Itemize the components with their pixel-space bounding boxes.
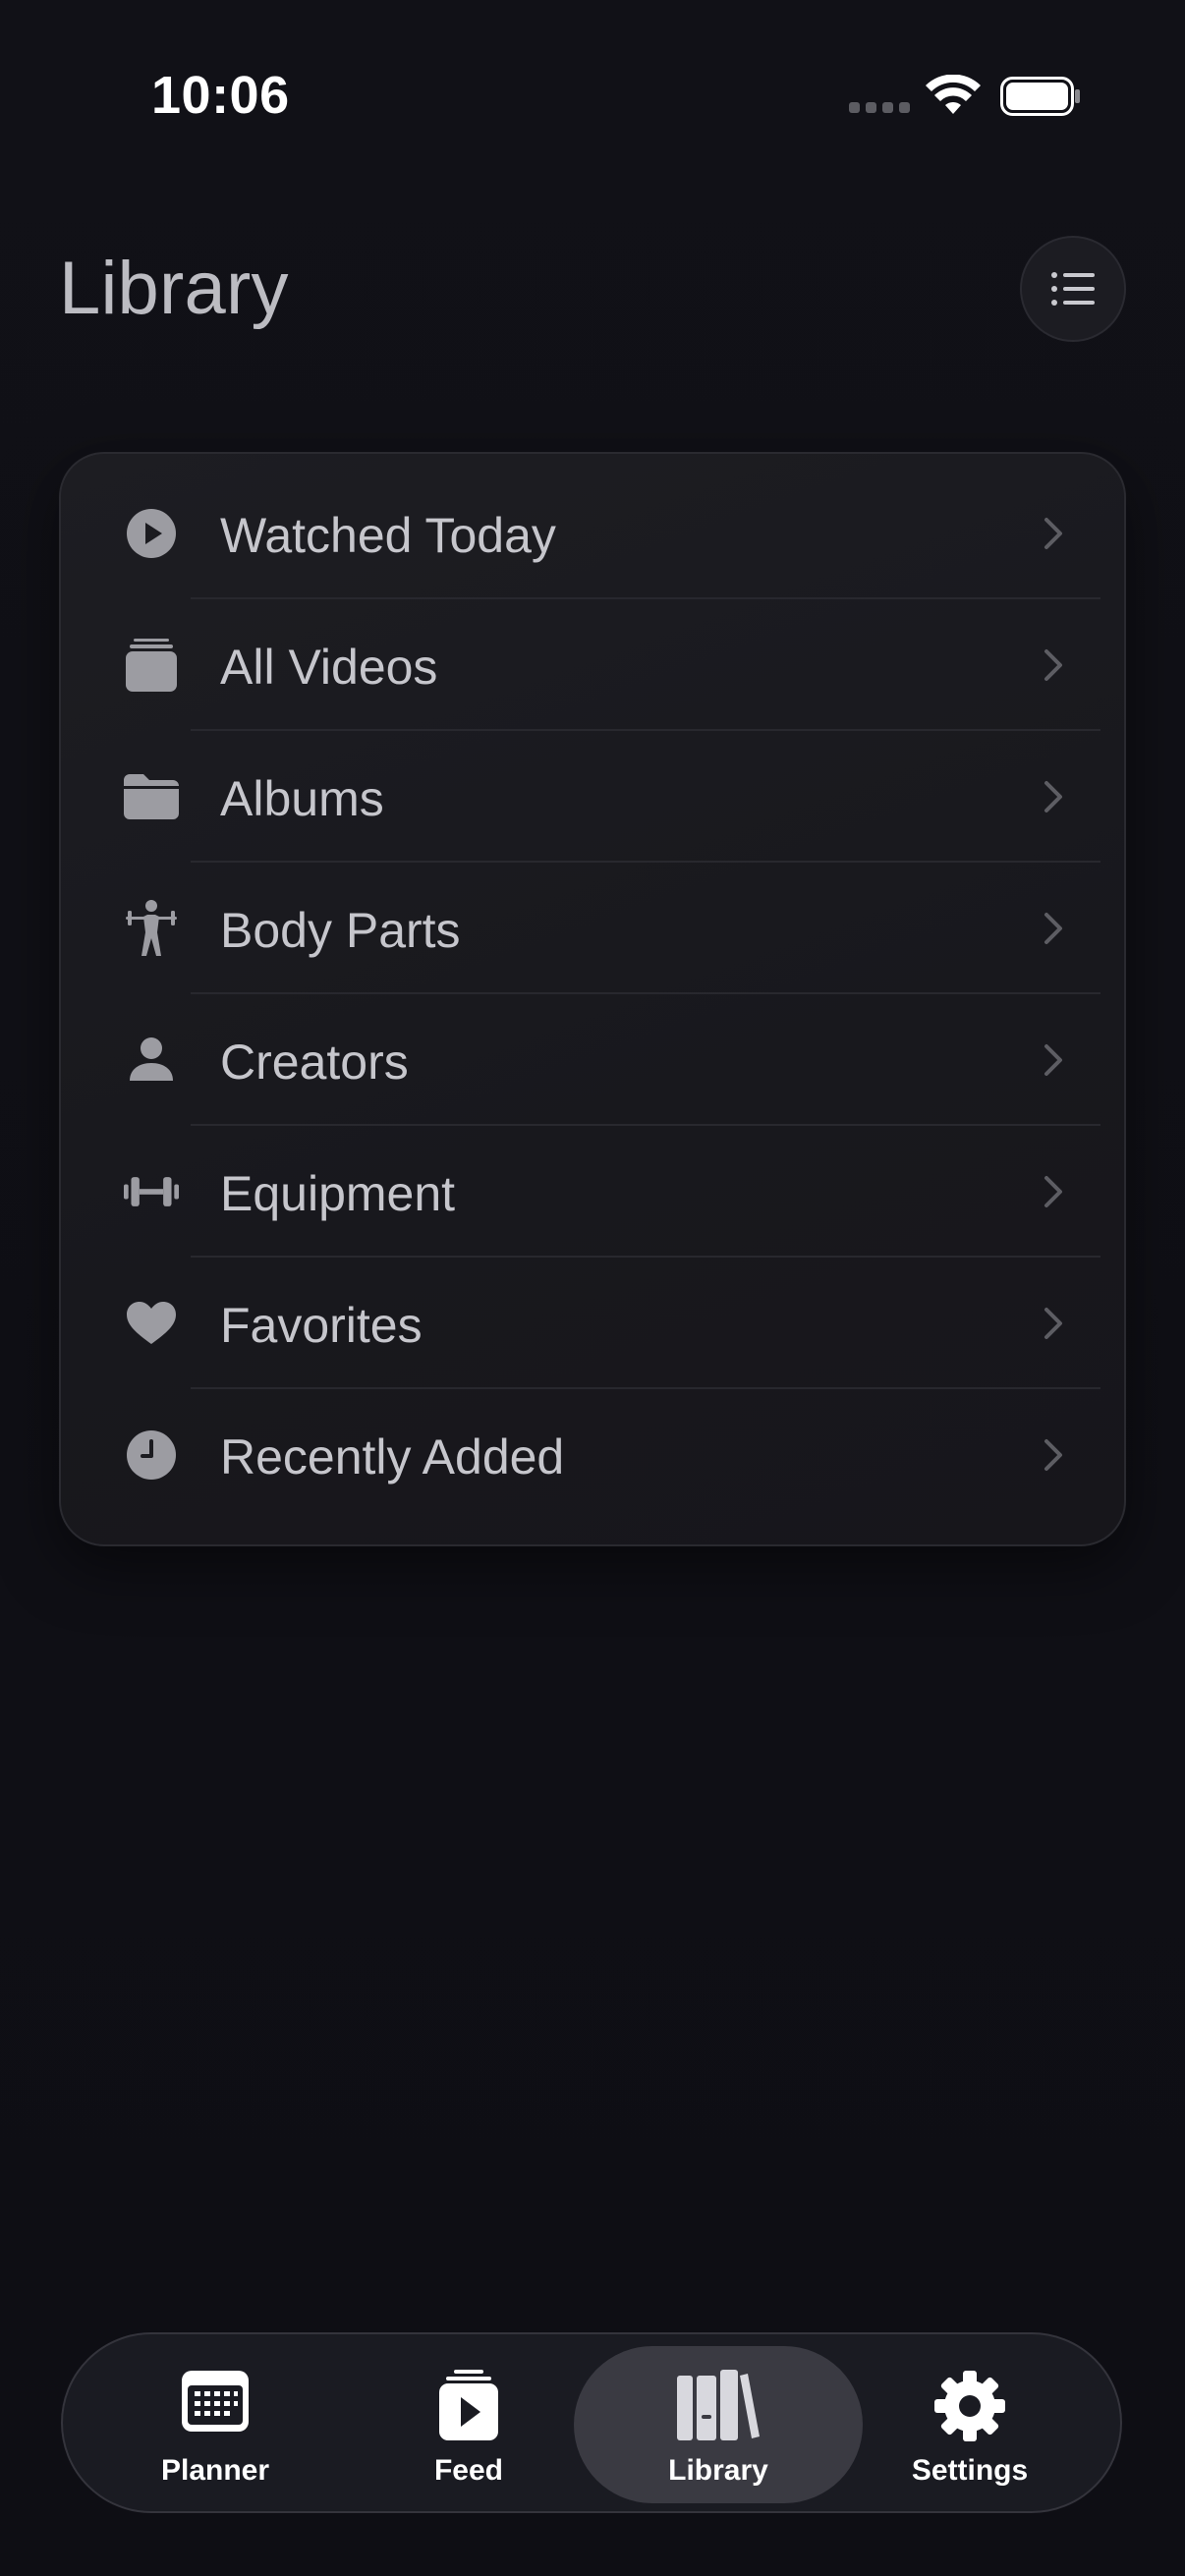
tab-library[interactable]: Library (615, 2334, 821, 2515)
cellular-signal-icon (849, 102, 910, 113)
play-stack-icon (439, 2370, 498, 2440)
chevron-right-icon (1044, 649, 1062, 681)
list-item-label: Body Parts (220, 903, 461, 958)
chevron-right-icon (1044, 1176, 1062, 1207)
tab-label: Library (668, 2454, 768, 2487)
clock-icon (124, 1428, 179, 1483)
wifi-icon (926, 75, 981, 114)
status-time: 10:06 (151, 66, 290, 125)
tab-label: Feed (433, 2454, 504, 2487)
tab-settings[interactable]: Settings (867, 2334, 1073, 2515)
chevron-right-icon (1044, 913, 1062, 944)
list-item-recently-added[interactable]: Recently Added (61, 1389, 1128, 1521)
stack-icon (124, 638, 179, 693)
person-icon (124, 1033, 179, 1088)
calendar-icon (182, 2371, 249, 2432)
tab-feed[interactable]: Feed (366, 2334, 572, 2515)
tab-planner[interactable]: Planner (112, 2334, 318, 2515)
status-bar: 10:06 (0, 0, 1185, 147)
list-item-label: Albums (220, 771, 384, 826)
chevron-right-icon (1044, 1439, 1062, 1471)
list-item-albums[interactable]: Albums (61, 731, 1128, 863)
weightlifter-icon (124, 900, 179, 956)
tab-label: Planner (160, 2454, 270, 2487)
books-icon (677, 2370, 760, 2440)
list-item-label: Equipment (220, 1166, 456, 1221)
chevron-right-icon (1044, 518, 1062, 549)
chevron-right-icon (1044, 1044, 1062, 1076)
library-list-card: Watched Today All Videos Albums Body Par… (59, 452, 1126, 1546)
list-item-label: Creators (220, 1035, 409, 1090)
list-item-equipment[interactable]: Equipment (61, 1126, 1128, 1258)
list-item-label: Watched Today (220, 508, 556, 563)
tab-label: Settings (911, 2454, 1029, 2487)
chevron-right-icon (1044, 1308, 1062, 1339)
library-screen: 10:06 Library Watched Today All Videos A… (0, 0, 1185, 2576)
list-item-label: Favorites (220, 1298, 423, 1353)
heart-icon (124, 1296, 179, 1351)
battery-icon (1000, 77, 1080, 116)
page-title: Library (59, 247, 289, 330)
list-icon (1051, 272, 1095, 306)
list-item-label: Recently Added (220, 1429, 565, 1484)
list-item-label: All Videos (220, 640, 438, 695)
list-item-watched-today[interactable]: Watched Today (61, 468, 1128, 599)
play-circle-icon (124, 506, 179, 561)
list-item-all-videos[interactable]: All Videos (61, 599, 1128, 731)
folder-icon (124, 769, 179, 824)
list-item-favorites[interactable]: Favorites (61, 1258, 1128, 1389)
list-item-body-parts[interactable]: Body Parts (61, 863, 1128, 994)
dumbbell-icon (124, 1164, 179, 1219)
list-item-creators[interactable]: Creators (61, 994, 1128, 1126)
chevron-right-icon (1044, 781, 1062, 812)
tab-bar: Planner Feed Library Settings (61, 2332, 1122, 2513)
list-menu-button[interactable] (1020, 236, 1126, 342)
gear-icon (934, 2371, 1005, 2441)
